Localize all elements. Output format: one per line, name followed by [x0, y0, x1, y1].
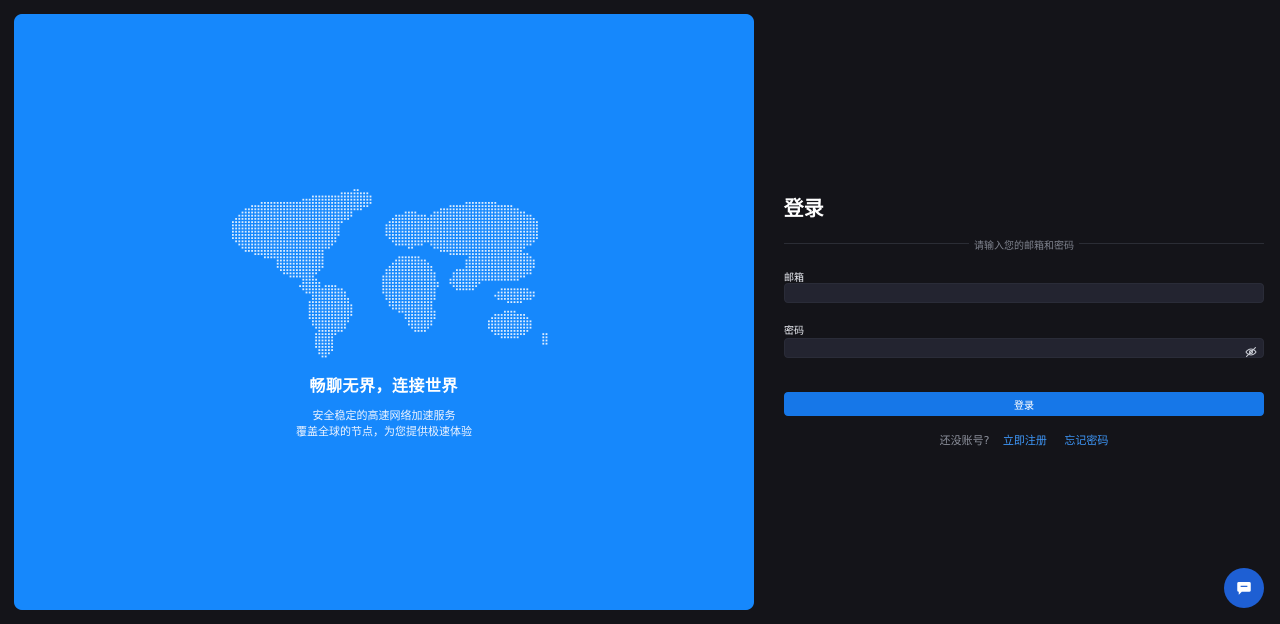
eye-off-icon[interactable] [1245, 343, 1257, 357]
login-title: 登录 [784, 196, 824, 220]
divider-hint-text: 请输入您的邮箱和密码 [969, 241, 1079, 252]
login-form: 登录 请输入您的邮箱和密码 邮箱 密码 登录 还没账号? 立即注册 忘记密码 [784, 0, 1264, 624]
world-map-illustration [214, 184, 554, 364]
divider-hint: 请输入您的邮箱和密码 [784, 237, 1264, 252]
email-field[interactable] [784, 283, 1264, 303]
hero-title: 畅聊无界，连接世界 [309, 376, 459, 395]
login-button[interactable]: 登录 [784, 392, 1264, 416]
account-links: 还没账号? 立即注册 忘记密码 [784, 432, 1264, 448]
chat-button[interactable] [1224, 568, 1264, 608]
email-label: 邮箱 [784, 273, 804, 284]
login-page: 畅聊无界，连接世界 安全稳定的高速网络加速服务 覆盖全球的节点，为您提供极速体验… [0, 0, 1280, 624]
no-account-text: 还没账号? [939, 434, 990, 447]
world-map-icon [232, 189, 548, 358]
chat-bubble-icon [1237, 582, 1251, 595]
hero-subtitle-line2: 覆盖全球的节点，为您提供极速体验 [296, 425, 472, 438]
password-field[interactable] [784, 338, 1264, 358]
password-label: 密码 [784, 326, 804, 337]
register-link[interactable]: 立即注册 [1003, 434, 1047, 447]
forgot-password-link[interactable]: 忘记密码 [1064, 434, 1108, 447]
hero-panel: 畅聊无界，连接世界 安全稳定的高速网络加速服务 覆盖全球的节点，为您提供极速体验 [14, 14, 754, 610]
hero-subtitle-line1: 安全稳定的高速网络加速服务 [312, 409, 456, 422]
